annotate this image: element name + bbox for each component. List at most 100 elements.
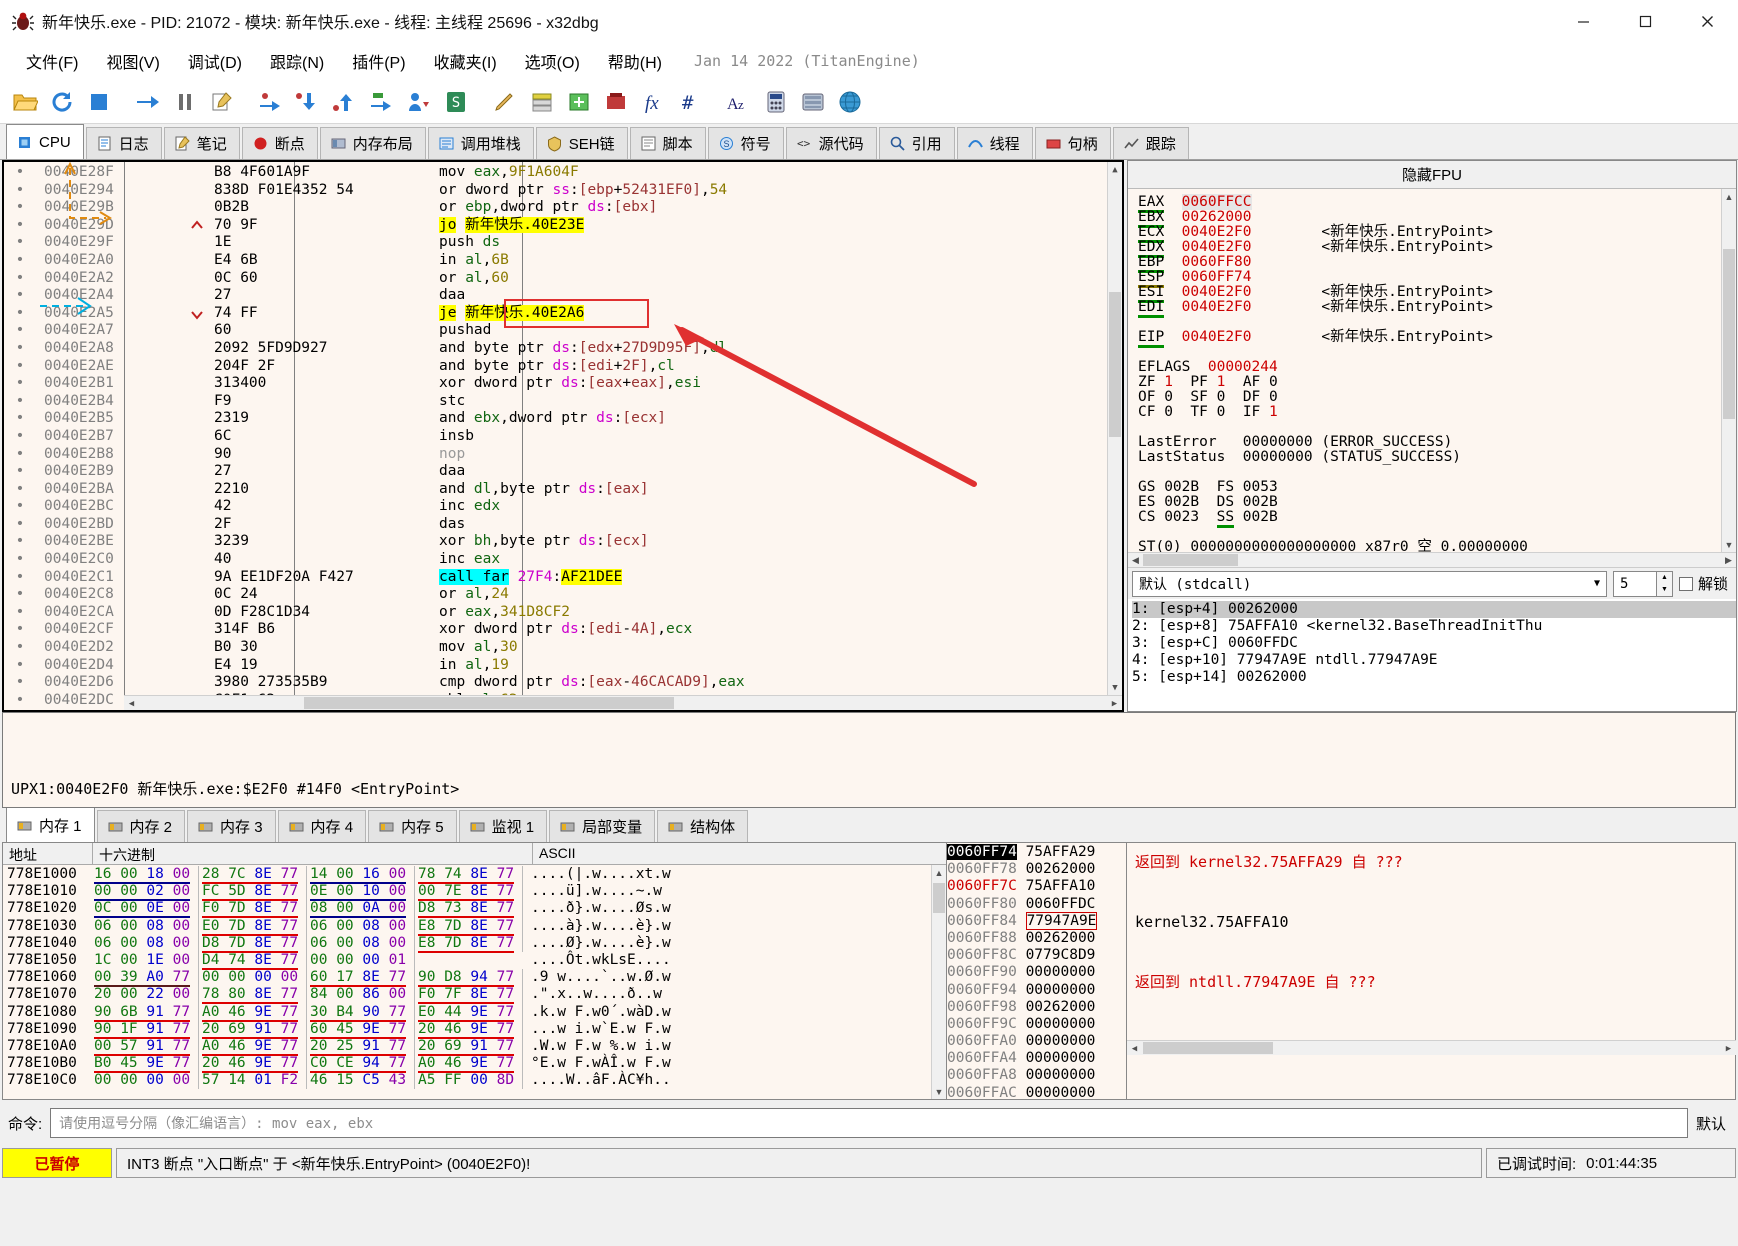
breakpoint-dot-icon[interactable]: •: [4, 533, 36, 551]
tab-memory-map[interactable]: 内存布局: [320, 127, 426, 159]
dump-row[interactable]: 778E101000 00 02 00FC 5D 8E 770E 00 10 0…: [3, 883, 931, 900]
breakpoint-dot-icon[interactable]: •: [4, 322, 36, 340]
flags-row[interactable]: CF 0 TF 0 IF 1: [1138, 405, 1721, 420]
tab-dump-5[interactable]: 内存 5: [368, 810, 457, 842]
minimize-button[interactable]: [1552, 0, 1614, 42]
dump-row[interactable]: 778E10B0B0 45 9E 7720 46 9E 77C0 CE 94 7…: [3, 1055, 931, 1072]
register-row-edi[interactable]: EDI 0040E2F0 <新年快乐.EntryPoint>: [1138, 300, 1721, 315]
reg-scroll-up-icon[interactable]: ▲: [1722, 189, 1736, 204]
menu-view[interactable]: 视图(V): [92, 45, 173, 77]
breakpoint-dot-icon[interactable]: •: [4, 270, 36, 288]
tab-dump-3[interactable]: 内存 3: [187, 810, 276, 842]
tab-log[interactable]: 日志: [86, 127, 162, 159]
breakpoint-dot-icon[interactable]: •: [4, 604, 36, 622]
disassembly-row[interactable]: •0040E2A20C 60or al,60: [4, 270, 1122, 288]
call-arguments-list[interactable]: 1: [esp+4] 002620002: [esp+8] 75AFFA10 <…: [1128, 599, 1736, 711]
stack-row[interactable]: 0060FF94 00000000: [947, 982, 1126, 999]
register-row-edx[interactable]: EDX 0040E2F0 <新年快乐.EntryPoint>: [1138, 240, 1721, 255]
registers-hscrollbar[interactable]: ◀ ▶: [1128, 552, 1736, 567]
dump-row[interactable]: 778E10C000 00 00 0057 14 01 F246 15 C5 4…: [3, 1072, 931, 1089]
reg-scroll-right-icon[interactable]: ▶: [1721, 553, 1736, 568]
register-row-eax[interactable]: EAX 0060FFCC: [1138, 195, 1721, 210]
disassembly-row[interactable]: •0040E2CF314F B6xor dword ptr ds:[edi-4A…: [4, 621, 1122, 639]
disassembly-row[interactable]: •0040E2B52319and ebx,dword ptr ds:[ecx]: [4, 410, 1122, 428]
breakpoint-dot-icon[interactable]: •: [4, 287, 36, 305]
menu-debug[interactable]: 调试(D): [174, 45, 256, 77]
flags-row[interactable]: OF 0 SF 0 DF 0: [1138, 390, 1721, 405]
disassembly-row[interactable]: •0040E2A0E4 6Bin al,6B: [4, 252, 1122, 270]
calling-convention-select[interactable]: 默认 (stdcall) ▼: [1132, 571, 1607, 597]
st-row[interactable]: ST(0) 0000000000000000000 x87r0 空 0.0000…: [1138, 540, 1721, 552]
breakpoint-dot-icon[interactable]: •: [4, 358, 36, 376]
scroll-up-icon[interactable]: ▲: [1108, 162, 1122, 177]
register-row-esp[interactable]: ESP 0060FF74: [1138, 270, 1721, 285]
disassembly-row[interactable]: •0040E2B890nop: [4, 446, 1122, 464]
reg-scroll-left-icon[interactable]: ◀: [1128, 553, 1143, 568]
breakpoint-dot-icon[interactable]: •: [4, 569, 36, 587]
flags-row[interactable]: ZF 1 PF 1 AF 0: [1138, 375, 1721, 390]
close-button[interactable]: [1676, 0, 1738, 42]
breakpoint-dot-icon[interactable]: •: [4, 217, 36, 235]
dump-row[interactable]: 778E10200C 00 0E 00F0 7D 8E 7708 00 0A 0…: [3, 900, 931, 917]
disassembly-row[interactable]: •0040E2A427daa: [4, 287, 1122, 305]
tab-breakpoints[interactable]: 断点: [242, 127, 318, 159]
call-argument-row[interactable]: 3: [esp+C] 0060FFDC: [1132, 635, 1736, 652]
menu-plugins[interactable]: 插件(P): [338, 45, 419, 77]
scroll-right-icon[interactable]: ▶: [1107, 696, 1122, 711]
stepper-down-icon[interactable]: ▼: [1657, 584, 1672, 596]
maximize-button[interactable]: [1614, 0, 1676, 42]
run-user-icon[interactable]: [402, 85, 436, 119]
tab-trace[interactable]: 跟踪: [1113, 127, 1189, 159]
unlock-checkbox-box[interactable]: [1679, 577, 1693, 591]
command-input[interactable]: 请使用逗号分隔（像汇编语言）: mov eax, ebx: [50, 1108, 1688, 1138]
tab-source[interactable]: <> 源代码: [786, 127, 877, 159]
dump-row[interactable]: 778E109090 1F 91 7720 69 91 7760 45 9E 7…: [3, 1021, 931, 1038]
tab-watch-1[interactable]: 监视 1: [459, 810, 548, 842]
tab-script[interactable]: 脚本: [630, 127, 706, 159]
segment-row[interactable]: GS 002B FS 0053: [1138, 480, 1721, 495]
call-argument-row[interactable]: 4: [esp+10] 77947A9E ntdll.77947A9E: [1132, 652, 1736, 669]
breakpoint-dot-icon[interactable]: •: [4, 692, 36, 710]
restart-icon[interactable]: [45, 85, 79, 119]
call-argument-row[interactable]: 2: [esp+8] 75AFFA10 <kernel32.BaseThread…: [1132, 618, 1736, 635]
stack-row[interactable]: 0060FF90 00000000: [947, 964, 1126, 981]
disassembly-row[interactable]: •0040E2D4E4 19in al,19: [4, 657, 1122, 675]
breakpoint-dot-icon[interactable]: •: [4, 657, 36, 675]
stepper-up-icon[interactable]: ▲: [1657, 572, 1672, 584]
disassembly-row[interactable]: •0040E2D63980 273535B9cmp dword ptr ds:[…: [4, 674, 1122, 692]
breakpoint-dot-icon[interactable]: •: [4, 639, 36, 657]
breakpoint-dot-icon[interactable]: •: [4, 375, 36, 393]
tab-dump-4[interactable]: 内存 4: [278, 810, 367, 842]
breakpoint-dot-icon[interactable]: •: [4, 674, 36, 692]
disassembly-row[interactable]: •0040E2B76Cinsb: [4, 428, 1122, 446]
step-over-icon[interactable]: [254, 85, 288, 119]
stack-row[interactable]: 0060FFAC 00000000: [947, 1085, 1126, 1100]
breakpoints-icon[interactable]: [599, 85, 633, 119]
disassembly-row[interactable]: •0040E2C80C 24or al,24: [4, 586, 1122, 604]
pause-icon[interactable]: [168, 85, 202, 119]
tab-struct[interactable]: 结构体: [657, 810, 748, 842]
disassembly-row[interactable]: •0040E294838D F01E4352 54or dword ptr ss…: [4, 182, 1122, 200]
register-row-eip[interactable]: EIP 0040E2F0 <新年快乐.EntryPoint>: [1138, 330, 1721, 345]
breakpoint-dot-icon[interactable]: •: [4, 498, 36, 516]
disassembly-row[interactable]: •0040E28FB8 4F601A9Fmov eax,9F1A604F: [4, 164, 1122, 182]
arg-count-stepper[interactable]: ▲ ▼: [1657, 571, 1673, 597]
stack-scroll-left-icon[interactable]: ◀: [1127, 1041, 1142, 1056]
open-icon[interactable]: [8, 85, 42, 119]
tab-locals[interactable]: 局部变量: [549, 810, 655, 842]
disassembly-vscrollbar[interactable]: ▲ ▼: [1107, 162, 1122, 695]
disassembly-row[interactable]: •0040E29D70 9Fjo 新年快乐.40E23E: [4, 217, 1122, 235]
disassembly-row[interactable]: •0040E2C19A EE1DF20A F427call far 27F4:A…: [4, 569, 1122, 587]
stop-icon[interactable]: [82, 85, 116, 119]
stack-panel[interactable]: 0060FF74 75AFFA290060FF78 002620000060FF…: [947, 842, 1127, 1100]
dump-vscrollbar[interactable]: ▲ ▼: [931, 865, 946, 1099]
menu-help[interactable]: 帮助(H): [594, 45, 676, 77]
disassembly-panel[interactable]: •0040E28FB8 4F601A9Fmov eax,9F1A604F•004…: [2, 160, 1124, 712]
stack-row[interactable]: 0060FF80 0060FFDC: [947, 896, 1126, 913]
stack-row[interactable]: 0060FF88 00262000: [947, 930, 1126, 947]
stack-row[interactable]: 0060FF9C 00000000: [947, 1016, 1126, 1033]
tab-symbols[interactable]: S 符号: [708, 127, 784, 159]
registers-list[interactable]: EAX 0060FFCCEBX 00262000ECX 0040E2F0 <新年…: [1128, 189, 1721, 552]
stack-comments-panel[interactable]: 返回到 kernel32.75AFFA29 自 ??? kernel32.75A…: [1127, 842, 1736, 1100]
unlock-checkbox[interactable]: 解锁: [1679, 573, 1732, 594]
